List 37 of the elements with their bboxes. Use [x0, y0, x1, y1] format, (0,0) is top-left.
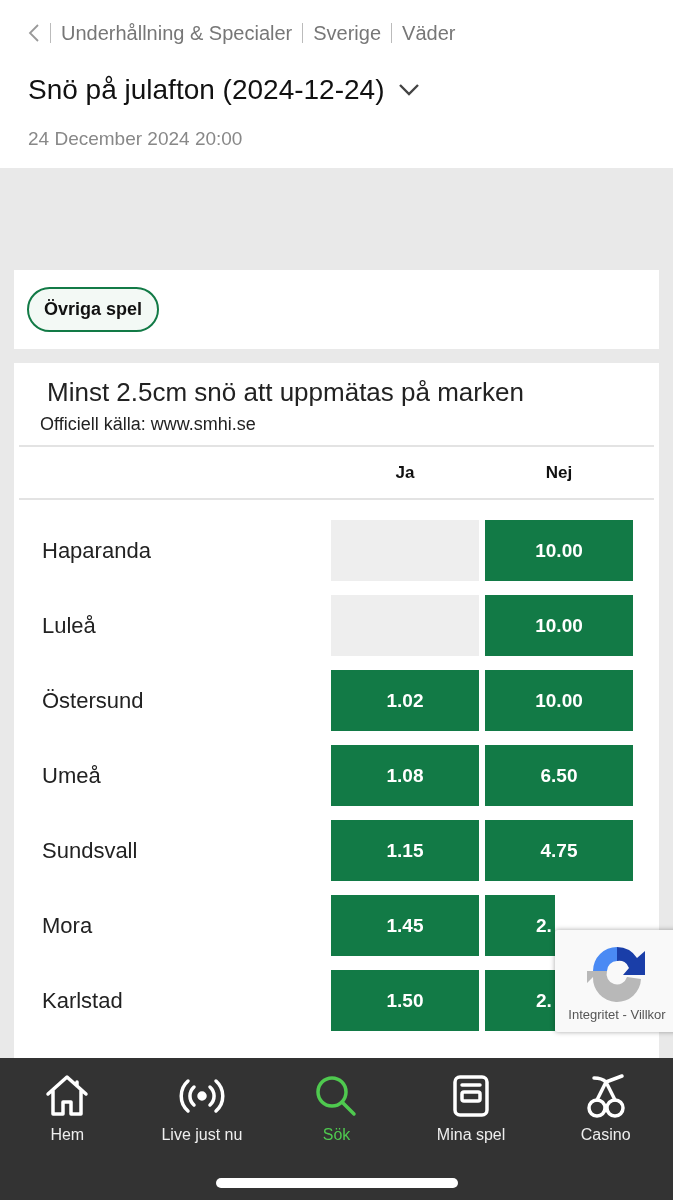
event-date: 24 December 2024 20:00	[28, 128, 244, 150]
odds-button[interactable]: 1.45	[331, 895, 479, 956]
nav-tab[interactable]: Live just nu	[134, 1072, 270, 1144]
odds-button[interactable]: 10.00	[485, 595, 633, 656]
nav-tab[interactable]: Sök	[269, 1072, 404, 1144]
location-name: Luleå	[41, 612, 97, 639]
odds-button[interactable]: 10.00	[485, 670, 633, 731]
odds-button[interactable]: 1.08	[331, 745, 479, 806]
column-header: Ja	[394, 462, 416, 483]
odds-button[interactable]: 6.50	[485, 745, 633, 806]
back-icon[interactable]	[28, 23, 40, 43]
filter-chip[interactable]: Övriga spel	[27, 287, 160, 332]
odds-button[interactable]: 2.	[485, 895, 555, 956]
odds-button[interactable]: 10.00	[485, 520, 633, 581]
breadcrumb-link[interactable]: Väder	[402, 21, 456, 45]
location-name: Karlstad	[41, 987, 124, 1014]
breadcrumb-link[interactable]: Underhållning & Specialer	[61, 21, 293, 45]
breadcrumb-link[interactable]: Sverige	[313, 21, 382, 45]
odds-button[interactable]: 2.	[485, 970, 555, 1031]
odds-button[interactable]: 1.02	[331, 670, 479, 731]
chevron-down-icon[interactable]	[398, 83, 421, 97]
location-name: Mora	[41, 912, 94, 939]
event-title: Snö på julafton (2024-12-24)	[28, 74, 385, 106]
nav-tab[interactable]: Casino	[538, 1072, 673, 1144]
market-title: Minst 2.5cm snö att uppmätas på marken	[46, 377, 525, 408]
source-text: Officiell källa: www.smhi.se	[39, 413, 257, 436]
location-name: Haparanda	[41, 537, 152, 564]
location-name: Sundsvall	[41, 837, 139, 864]
location-name: Östersund	[41, 687, 145, 714]
nav-tab[interactable]: Mina spel	[403, 1072, 539, 1144]
column-header: Nej	[544, 462, 574, 483]
odds-button[interactable]: 1.15	[331, 820, 479, 881]
odds-button[interactable]: 4.75	[485, 820, 633, 881]
odds-button[interactable]: 1.50	[331, 970, 479, 1031]
nav-tab[interactable]: Hem	[0, 1072, 135, 1144]
recaptcha-links[interactable]: Integritet - Villkor	[568, 1006, 666, 1022]
location-name: Umeå	[41, 762, 102, 789]
